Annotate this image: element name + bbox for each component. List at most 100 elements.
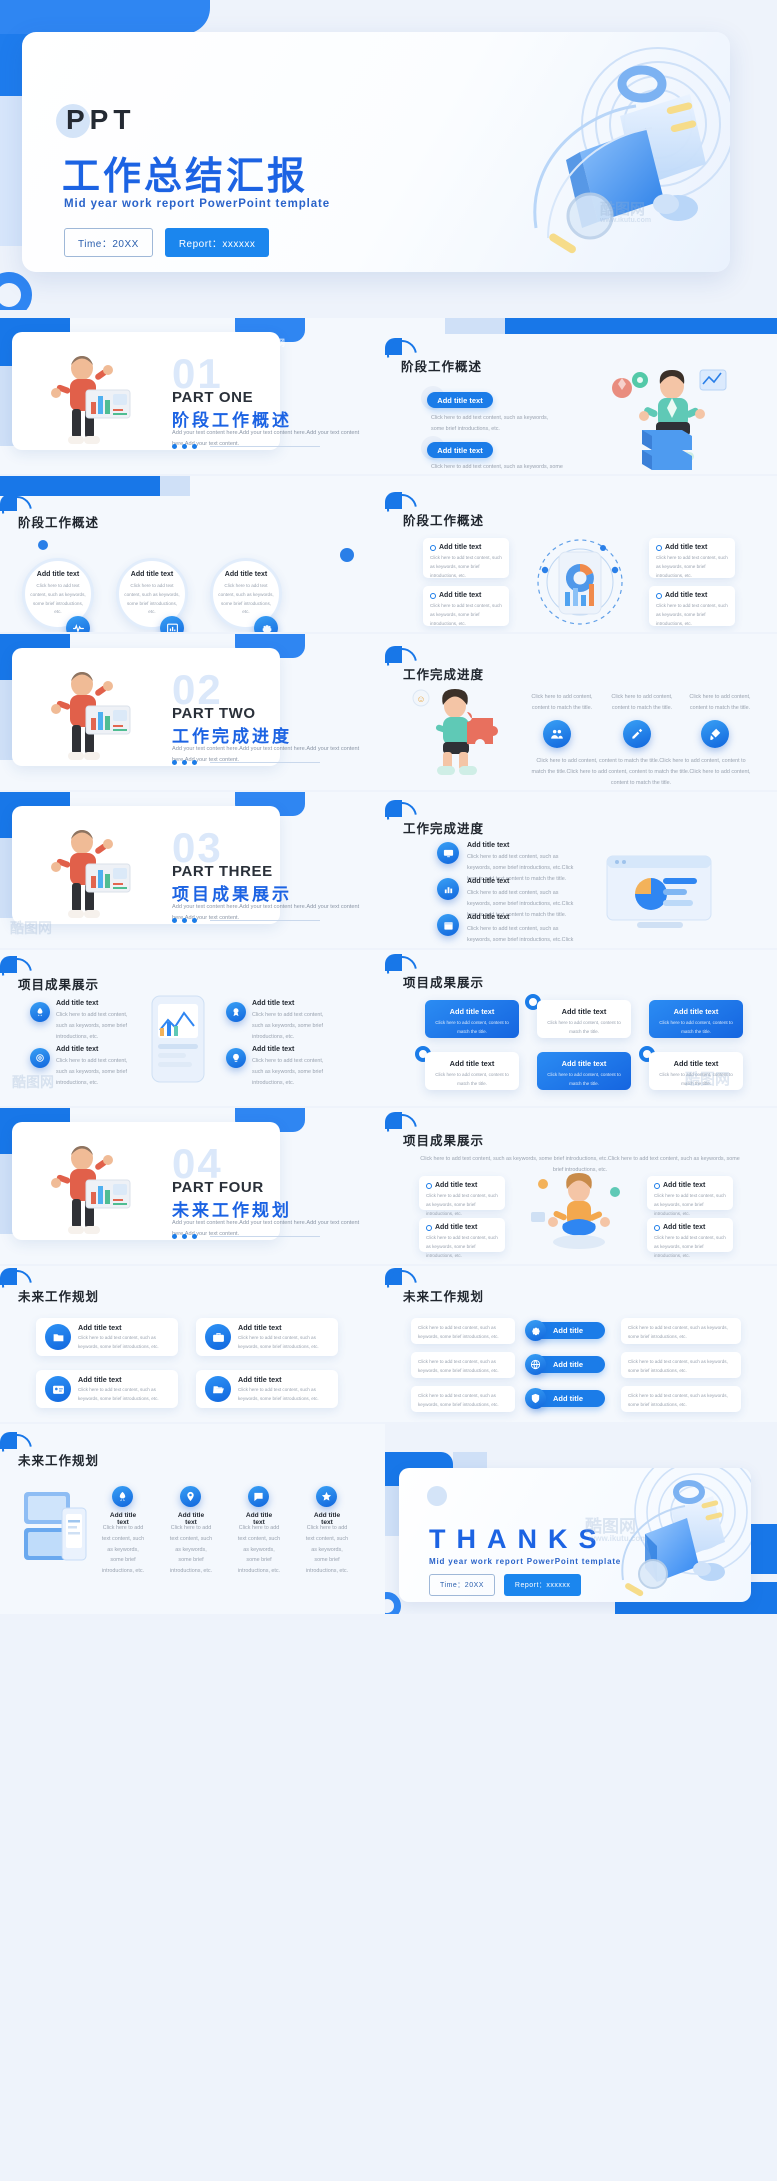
chart-bar-icon[interactable] bbox=[437, 878, 459, 900]
slide-results-people[interactable]: 项目成果展示 Click here to add text content, s… bbox=[385, 1108, 777, 1264]
result-cell[interactable]: Add title text Click here to add content… bbox=[425, 1000, 519, 1038]
left-card[interactable]: Click here to add text content, such as … bbox=[411, 1318, 515, 1344]
badge-icon[interactable] bbox=[226, 1002, 246, 1022]
brush-icon[interactable] bbox=[701, 720, 729, 748]
body-text: Click here to add text content, such as … bbox=[431, 464, 563, 470]
result-cell[interactable]: Add title text Click here to add content… bbox=[649, 1052, 743, 1090]
text-card[interactable]: Add title text Click here to add text co… bbox=[423, 538, 509, 578]
right-card[interactable]: Click here to add text content, such as … bbox=[621, 1386, 741, 1412]
cell-title: Add title text bbox=[561, 1007, 607, 1016]
right-text: Click here to add text content, such as … bbox=[628, 1325, 728, 1339]
section-title: 未来工作规划 bbox=[18, 1290, 100, 1304]
right-card[interactable]: Click here to add text content, such as … bbox=[621, 1318, 741, 1344]
result-card[interactable]: Add title text Click here to add text co… bbox=[419, 1176, 505, 1216]
rocket-icon[interactable] bbox=[30, 1002, 50, 1022]
mobile-chart-illustration bbox=[142, 990, 214, 1090]
section-title: 工作完成进度 bbox=[403, 668, 485, 682]
slide-future-mid[interactable]: 未来工作规划 Click here to add text content, s… bbox=[385, 1266, 777, 1422]
column-text: Click here to add content, content to ma… bbox=[611, 694, 673, 711]
thanks-time-button[interactable]: Time：20XX bbox=[429, 1574, 495, 1596]
card-title: Add title text bbox=[238, 1374, 282, 1384]
slide-results-icons[interactable]: 项目成果展示 Add title text Click here to add … bbox=[0, 950, 385, 1106]
chart-icon[interactable] bbox=[160, 616, 184, 632]
cell-title: Add title text bbox=[449, 1007, 495, 1016]
left-card[interactable]: Click here to add text content, such as … bbox=[411, 1352, 515, 1378]
result-cell[interactable]: Add title text Click here to add content… bbox=[649, 1000, 743, 1038]
ppt-template-preview: PPT 工作总结汇报 Mid year work report PowerPoi… bbox=[0, 0, 777, 2181]
future-card[interactable]: Add title text Click here to add text co… bbox=[196, 1318, 338, 1356]
slide-part-three[interactable]: 03 PART THREE 项目成果展示 Add your text conte… bbox=[0, 792, 385, 948]
item-title: Add title text bbox=[252, 1046, 295, 1053]
cover-time-button[interactable]: Time：20XX bbox=[64, 228, 153, 257]
gear-icon[interactable] bbox=[525, 1320, 546, 1341]
shield-icon[interactable] bbox=[525, 1388, 546, 1409]
people-icon[interactable] bbox=[543, 720, 571, 748]
right-card[interactable]: Click here to add text content, such as … bbox=[621, 1352, 741, 1378]
pen-icon[interactable] bbox=[623, 720, 651, 748]
result-card[interactable]: Add title text Click here to add text co… bbox=[647, 1218, 733, 1258]
card-text: Click here to add text content, such as … bbox=[656, 603, 728, 626]
card-text: Click here to add text content, such as … bbox=[78, 1386, 159, 1401]
slide-overview-a[interactable]: 阶段工作概述 Add title text Click here to add … bbox=[385, 318, 777, 474]
folder-icon bbox=[45, 1324, 71, 1350]
rocket-icon[interactable] bbox=[112, 1486, 133, 1507]
item-text: Click here to add text content, such as … bbox=[305, 1525, 349, 1575]
pin-icon[interactable] bbox=[180, 1486, 201, 1507]
cover-report-button[interactable]: Report：xxxxxx bbox=[164, 228, 270, 257]
text-card[interactable]: Add title text Click here to add text co… bbox=[649, 538, 735, 578]
wave-icon[interactable] bbox=[66, 616, 90, 632]
section-title: 未来工作规划 bbox=[403, 1290, 485, 1304]
slide-overview-donut[interactable]: 阶段工作概述 Add title text Click here to add … bbox=[385, 476, 777, 632]
slide-thanks[interactable]: THANKS Mid year work report PowerPoint t… bbox=[385, 1424, 777, 1614]
result-card[interactable]: Add title text Click here to add text co… bbox=[647, 1176, 733, 1216]
future-card[interactable]: Add title text Click here to add text co… bbox=[36, 1370, 178, 1408]
chat-icon[interactable] bbox=[248, 1486, 269, 1507]
slide-cover[interactable]: PPT 工作总结汇报 Mid year work report PowerPoi… bbox=[0, 0, 777, 310]
slide-part-two[interactable]: 02 PART TWO 工作完成进度 Add your text content… bbox=[0, 634, 385, 790]
result-cell[interactable]: Add title text Click here to add content… bbox=[425, 1052, 519, 1090]
pill-button[interactable]: Add title text bbox=[427, 392, 493, 408]
lightbulb-icon[interactable] bbox=[226, 1048, 246, 1068]
result-cell[interactable]: Add title text Click here to add content… bbox=[537, 1052, 631, 1090]
slide-future-last[interactable]: 未来工作规划 Add title text Click here to add … bbox=[0, 1424, 385, 1614]
text-card[interactable]: Add title text Click here to add text co… bbox=[423, 586, 509, 626]
text-card[interactable]: Add title text Click here to add text co… bbox=[649, 586, 735, 626]
left-card[interactable]: Click here to add text content, such as … bbox=[411, 1386, 515, 1412]
slide-overview-circles[interactable]: 阶段工作概述 Add title text Click here to add … bbox=[0, 476, 385, 632]
item-text: Click here to add text content, such as … bbox=[252, 1058, 324, 1086]
part-en-label: PART ONE bbox=[172, 389, 254, 406]
thanks-report-button[interactable]: Report：xxxxxx bbox=[503, 1574, 582, 1596]
slide-results-grid[interactable]: 项目成果展示 Add title text Click here to add … bbox=[385, 950, 777, 1106]
slide-part-one[interactable]: 01 PART ONE 阶段工作概述 Add your text content… bbox=[0, 318, 385, 474]
result-card[interactable]: Add title text Click here to add text co… bbox=[419, 1218, 505, 1258]
cover-decor-ring bbox=[0, 272, 32, 310]
gear-icon[interactable] bbox=[254, 616, 278, 632]
cover-title: 工作总结汇报 bbox=[62, 156, 309, 198]
right-text: Click here to add text content, such as … bbox=[628, 1393, 728, 1407]
section-title: 工作完成进度 bbox=[403, 822, 485, 836]
part-en-label: PART TWO bbox=[172, 705, 256, 722]
pill-button[interactable]: Add title text bbox=[427, 442, 493, 458]
briefcase-icon bbox=[205, 1324, 231, 1350]
slide-progress-list[interactable]: 工作完成进度 Add title text Click here to add … bbox=[385, 792, 777, 948]
slide-progress-puzzle[interactable]: 工作完成进度 ☺ Click here to add content, cont… bbox=[385, 634, 777, 790]
monitor-icon[interactable] bbox=[437, 842, 459, 864]
device-stack-illustration bbox=[18, 1484, 92, 1580]
target-icon[interactable] bbox=[30, 1048, 50, 1068]
result-cell[interactable]: Add title text Click here to add content… bbox=[537, 1000, 631, 1038]
star-icon[interactable] bbox=[316, 1486, 337, 1507]
slide-future-cards[interactable]: 未来工作规划 Add title text Click here to add … bbox=[0, 1266, 385, 1422]
cover-buttons: Time：20XX Report：xxxxxx bbox=[64, 228, 270, 257]
future-card[interactable]: Add title text Click here to add text co… bbox=[196, 1370, 338, 1408]
future-card[interactable]: Add title text Click here to add text co… bbox=[36, 1318, 178, 1356]
thanks-card: THANKS Mid year work report PowerPoint t… bbox=[399, 1468, 751, 1602]
globe-icon[interactable] bbox=[525, 1354, 546, 1375]
cell-text: Click here to add content, content to ma… bbox=[547, 1072, 621, 1086]
card-text: Click here to add text content, such as … bbox=[654, 1235, 726, 1258]
slide-part-four[interactable]: 04 PART FOUR 未来工作规划 Add your text conten… bbox=[0, 1108, 385, 1264]
card-text: Click here to add text content, such as … bbox=[430, 603, 502, 626]
thanks-subtitle: Mid year work report PowerPoint template bbox=[429, 1557, 622, 1566]
card-title: Add title text bbox=[654, 1182, 726, 1189]
card-title: Add title text bbox=[654, 1224, 726, 1231]
calendar-icon[interactable] bbox=[437, 914, 459, 936]
